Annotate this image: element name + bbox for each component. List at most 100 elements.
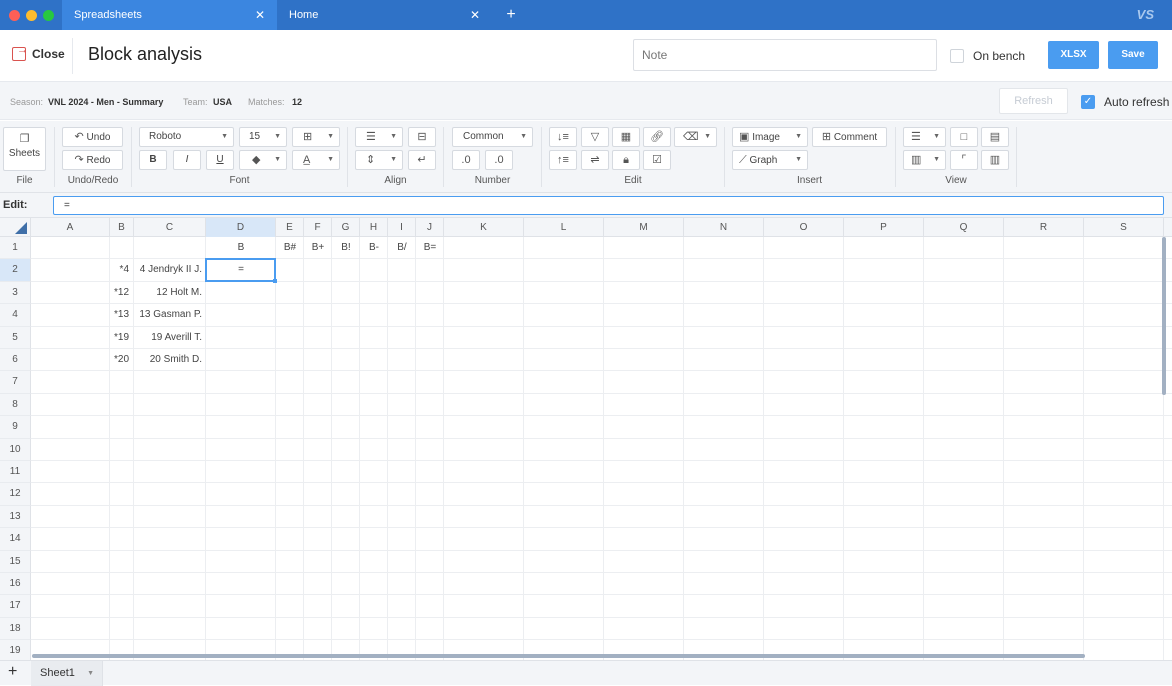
lock-button[interactable]: 🔒︎ (612, 150, 640, 170)
cell-b5[interactable]: *19 (110, 327, 134, 349)
tab-home[interactable]: Home ✕ (277, 0, 492, 30)
column-header-i[interactable]: I (388, 218, 416, 237)
row-header-6[interactable]: 6 (0, 349, 31, 372)
row-header-17[interactable]: 17 (0, 595, 31, 618)
row-view-button[interactable]: ☰ ▼ (903, 127, 946, 147)
column-header-j[interactable]: J (416, 218, 444, 237)
cell-f1[interactable]: B+ (304, 237, 332, 259)
cell-d1[interactable]: B (206, 237, 276, 259)
note-input[interactable]: Note (633, 39, 937, 71)
row-header-2[interactable]: 2 (0, 259, 31, 282)
row-header-1[interactable]: 1 (0, 237, 31, 260)
maximize-window-button[interactable] (43, 10, 54, 21)
cell-h1[interactable]: B- (360, 237, 388, 259)
fill-color-button[interactable]: ◆ ▼ (239, 150, 287, 170)
sort-desc-button[interactable]: ↑≡ (549, 150, 577, 170)
font-size-select[interactable]: 15 ▼ (239, 127, 287, 147)
column-header-o[interactable]: O (764, 218, 844, 237)
sort-button[interactable]: ↓≡ (549, 127, 577, 147)
row-header-14[interactable]: 14 (0, 528, 31, 551)
column-header-h[interactable]: H (360, 218, 388, 237)
refresh-button[interactable]: Refresh (999, 88, 1068, 114)
undo-button[interactable]: ↶ Undo (62, 127, 123, 147)
column-header-e[interactable]: E (276, 218, 304, 237)
cell-c4[interactable]: 13 Gasman P. (134, 304, 206, 326)
column-header-k[interactable]: K (444, 218, 524, 237)
vertical-scrollbar[interactable] (1162, 237, 1166, 395)
column-header-r[interactable]: R (1004, 218, 1084, 237)
cell-i1[interactable]: B/ (388, 237, 416, 259)
gridlines-button[interactable]: □ (950, 127, 978, 147)
row-header-15[interactable]: 15 (0, 550, 31, 573)
row-header-18[interactable]: 18 (0, 617, 31, 641)
row-header-7[interactable]: 7 (0, 371, 31, 394)
column-view-button[interactable]: ▥ ▼ (903, 150, 946, 170)
column-header-g[interactable]: G (332, 218, 360, 237)
insert-graph-button[interactable]: ⟋ Graph ▼ (732, 150, 808, 170)
select-all-corner[interactable] (0, 218, 31, 237)
column-header-p[interactable]: P (844, 218, 924, 237)
borders-button[interactable]: ⊞ ▼ (292, 127, 340, 147)
sheets-button[interactable]: ❐ Sheets (3, 127, 46, 171)
row-header-8[interactable]: 8 (0, 393, 31, 417)
freeze-button[interactable]: ⇌ (581, 150, 609, 170)
column-header-m[interactable]: M (604, 218, 684, 237)
insert-image-button[interactable]: ▣ Image ▼ (732, 127, 808, 147)
close-button[interactable]: Close (12, 44, 65, 61)
column-header-l[interactable]: L (524, 218, 604, 237)
cell-b4[interactable]: *13 (110, 304, 134, 326)
column-header-q[interactable]: Q (924, 218, 1004, 237)
close-tab-icon[interactable]: ✕ (255, 0, 265, 30)
column-header-d[interactable]: D (206, 218, 276, 237)
validation-button[interactable]: ☑ (643, 150, 671, 170)
xlsx-button[interactable]: XLSX (1048, 41, 1099, 69)
link-button[interactable]: 🔗︎ (643, 127, 671, 147)
column-header-n[interactable]: N (684, 218, 764, 237)
header-view-button[interactable]: ▤ (981, 127, 1009, 147)
increase-decimals-button[interactable]: .0 (452, 150, 480, 170)
horizontal-scrollbar[interactable] (32, 654, 1085, 658)
column-width-button[interactable]: ▥ (981, 150, 1009, 170)
font-family-select[interactable]: Roboto ▼ (139, 127, 234, 147)
merge-cells-button[interactable]: ⊟ (408, 127, 436, 147)
column-header-a[interactable]: A (31, 218, 110, 237)
spreadsheet-grid[interactable]: ABCDEFGHIJKLMNOPQRS 1 2 3 4 5 6 7 8 9 10 11 12 13 14 1… (0, 218, 1172, 660)
redo-button[interactable]: ↷ Redo (62, 150, 123, 170)
save-button[interactable]: Save (1108, 41, 1158, 69)
cell-c2[interactable]: 4 Jendryk II J. (134, 259, 206, 281)
close-tab-icon[interactable]: ✕ (470, 0, 480, 30)
insert-comment-button[interactable]: ⊞ Comment (812, 127, 887, 147)
row-header-10[interactable]: 10 (0, 438, 31, 461)
cell-b6[interactable]: *20 (110, 349, 134, 371)
row-header-13[interactable]: 13 (0, 505, 31, 529)
cell-c6[interactable]: 20 Smith D. (134, 349, 206, 371)
active-cell-cursor[interactable] (205, 258, 277, 283)
decrease-decimals-button[interactable]: .0 (485, 150, 513, 170)
row-header-9[interactable]: 9 (0, 416, 31, 439)
fill-handle[interactable] (273, 278, 277, 283)
cell-b3[interactable]: *12 (110, 282, 134, 304)
add-sheet-button[interactable]: + (8, 663, 17, 681)
column-header-b[interactable]: B (110, 218, 134, 237)
filter-button[interactable]: ▽ (581, 127, 609, 147)
wrap-text-button[interactable]: ↵ (408, 150, 436, 170)
close-window-button[interactable] (9, 10, 20, 21)
row-header-11[interactable]: 11 (0, 461, 31, 484)
row-header-4[interactable]: 4 (0, 304, 31, 327)
cell-e1[interactable]: B# (276, 237, 304, 259)
tab-spreadsheets[interactable]: Spreadsheets ✕ (62, 0, 277, 30)
italic-button[interactable]: I (173, 150, 201, 170)
formula-input[interactable]: = (53, 196, 1164, 215)
row-header-19[interactable]: 19 (0, 640, 31, 660)
row-header-12[interactable]: 12 (0, 483, 31, 506)
horizontal-align-button[interactable]: ☰ ▼ (355, 127, 403, 147)
row-header-16[interactable]: 16 (0, 573, 31, 596)
minimize-window-button[interactable] (26, 10, 37, 21)
column-header-s[interactable]: S (1084, 218, 1164, 237)
sheet-tab[interactable]: Sheet1 ▼ (31, 661, 103, 686)
bold-button[interactable]: B (139, 150, 167, 170)
cell-c5[interactable]: 19 Averill T. (134, 327, 206, 349)
cell-g1[interactable]: B! (332, 237, 360, 259)
row-header-5[interactable]: 5 (0, 326, 31, 349)
freeze-panes-button[interactable]: ⌜ (950, 150, 978, 170)
